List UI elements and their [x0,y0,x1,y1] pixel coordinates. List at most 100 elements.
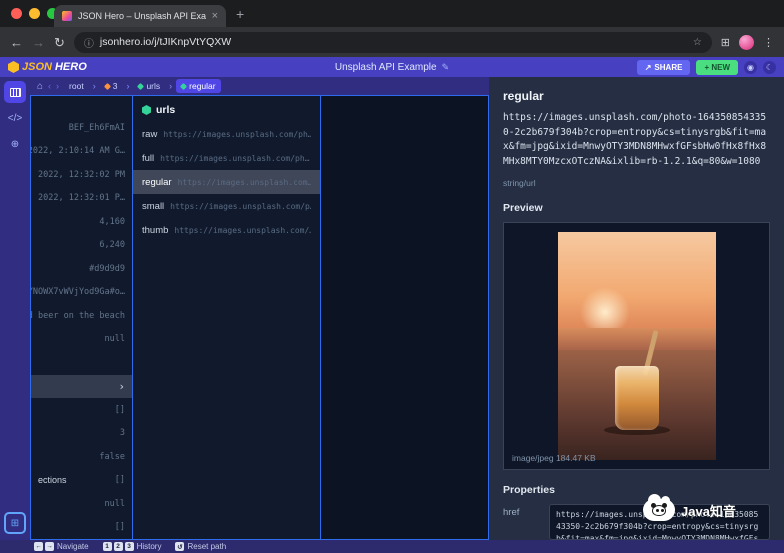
photo-cup-shape [614,366,659,431]
share-label: SHARE [654,62,683,72]
close-window-button[interactable] [11,8,22,19]
json-row-full[interactable]: full https://images.unsplash.com/ph… [133,146,320,170]
json-value: false [99,451,125,462]
app-header: JSON HERO Unsplash API Example ✎ ↗ SHARE… [0,57,784,77]
expand-icon: ⊞ [10,517,20,529]
json-row[interactable]: 1, 2022, 2:10:14 AM G… [31,140,132,164]
document-title-text: Unsplash API Example [334,61,437,73]
preview-image [557,231,716,460]
search-button[interactable]: ⊕ [4,133,26,155]
json-value: 1, 2022, 12:32:02 PM [31,169,125,180]
json-row[interactable]: old beer on the beach [31,304,132,328]
bookmark-star-icon[interactable]: ☆ [693,37,702,48]
open-panel-button[interactable]: ⊞ [4,512,26,534]
json-row-raw[interactable]: raw https://images.unsplash.com/ph… [133,122,320,146]
json-view-button[interactable]: </> [4,107,26,129]
breadcrumb-label: root [69,81,84,91]
json-row-regular[interactable]: regular https://images.unsplash.com… [133,170,320,194]
theme-toggle-icon[interactable]: ☾ [763,60,776,74]
breadcrumb-label: regular [189,81,216,91]
json-key: raw [142,128,158,140]
json-value: 3 [119,428,125,439]
profile-avatar[interactable] [739,34,754,50]
json-row[interactable]: [] [31,516,132,540]
discord-icon[interactable]: ◉ [744,60,757,74]
breadcrumb-bar: ⌂ ‹ › root › 3 › urls › regular [30,77,489,95]
json-row[interactable]: false [31,445,132,469]
jsonhero-logo[interactable]: JSON HERO [8,61,87,73]
path-forward-icon[interactable]: › [56,81,59,91]
json-value: 4,160 [99,216,125,227]
json-row[interactable]: null [31,492,132,516]
keycap: 1 [102,542,112,551]
json-row-thumb[interactable]: thumb https://images.unsplash.com/… [133,218,320,242]
json-row[interactable]: BEF_Eh6FmAI [31,116,132,140]
panda-icon [651,502,667,516]
site-info-icon[interactable]: ⓘ [84,35,94,50]
status-bar: ← → Navigate 123 History ↺ Reset path [0,540,784,553]
json-row[interactable]: 6,240 [31,234,132,258]
extensions-icon[interactable]: ⊞ [721,36,730,49]
json-columns: BEF_Eh6FmAI 1, 2022, 2:10:14 AM G… 1, 2022… [30,95,489,540]
minimize-window-button[interactable] [29,8,40,19]
panda-eyes [656,508,659,512]
json-row[interactable]: ections [] [31,469,132,493]
json-row[interactable]: rjYNOWX7vWVjYod9Ga#o… [31,281,132,305]
column-header: urls [133,96,320,122]
column-empty [321,96,488,539]
preview-box: image/jpeg 184.47 KB [503,221,770,470]
detail-url-value[interactable]: https://images.unsplash.com/photo-164350… [503,111,770,170]
breadcrumb-separator: › [169,81,173,91]
code-icon: </> [7,112,23,124]
breadcrumb-item-regular[interactable]: regular [176,79,221,93]
object-hexagon-icon [142,105,151,115]
json-row[interactable]: › [31,374,132,398]
new-document-button[interactable]: + NEW [696,59,738,75]
json-row[interactable]: [] [31,398,132,422]
browser-tab[interactable]: JSON Hero – Unsplash API Exa × [54,5,226,27]
detail-panel: regular https://images.unsplash.com/phot… [489,77,784,540]
json-row[interactable] [31,351,132,375]
edit-title-icon[interactable]: ✎ [442,62,450,73]
share-button[interactable]: ↗ SHARE [636,59,691,75]
watermark-text: Java知音 [681,503,736,519]
json-value: 1, 2022, 12:32:01 P… [31,193,125,204]
json-row[interactable]: 1, 2022, 12:32:01 P… [31,187,132,211]
json-row[interactable]: #d9d9d9 [31,257,132,281]
json-value: [] [114,475,125,486]
share-icon: ↗ [644,62,652,72]
path-back-icon[interactable]: ‹ [48,81,51,91]
new-tab-button[interactable]: + [236,6,244,22]
forward-icon[interactable]: → [32,36,45,49]
breadcrumb-item-root[interactable]: root [64,79,89,93]
json-value: https://images.unsplash.com/p… [170,201,311,211]
navigate-hint: ← → Navigate [34,542,89,551]
column-first: BEF_Eh6FmAI 1, 2022, 2:10:14 AM G… 1, 2022… [31,96,133,539]
close-tab-icon[interactable]: × [212,10,218,22]
reset-hint: ↺ Reset path [175,542,226,551]
breadcrumb-label: 3 [112,81,118,91]
browser-titlebar: JSON Hero – Unsplash API Exa × + [0,0,784,27]
json-row[interactable]: 1, 2022, 12:32:02 PM [31,163,132,187]
column-view-button[interactable] [4,81,26,103]
reload-icon[interactable]: ↻ [54,36,65,49]
breadcrumb-separator: › [92,81,96,91]
json-row[interactable]: 3 [31,422,132,446]
home-icon[interactable]: ⌂ [37,81,43,92]
column-urls-rows: raw https://images.unsplash.com/ph… full ht… [133,122,320,242]
address-bar[interactable]: ⓘ jsonhero.io/j/tJIKnpVtYQXW ☆ [73,31,712,53]
breadcrumb-item-urls[interactable]: urls [133,79,165,93]
back-icon[interactable]: ← [10,36,23,49]
tab-favicon-icon [62,11,72,21]
json-row[interactable]: null [31,328,132,352]
reset-label: Reset path [187,542,227,551]
breadcrumb-label: urls [146,81,161,91]
keycap: → [45,542,54,551]
json-value: › [118,379,125,393]
history-label: History [136,542,162,551]
json-row-small[interactable]: small https://images.unsplash.com/p… [133,194,320,218]
nav-keys: ← → [34,542,54,551]
breadcrumb-item-3[interactable]: 3 [100,79,123,93]
json-row[interactable]: 4,160 [31,210,132,234]
browser-menu-icon[interactable]: ⋮ [763,36,774,49]
